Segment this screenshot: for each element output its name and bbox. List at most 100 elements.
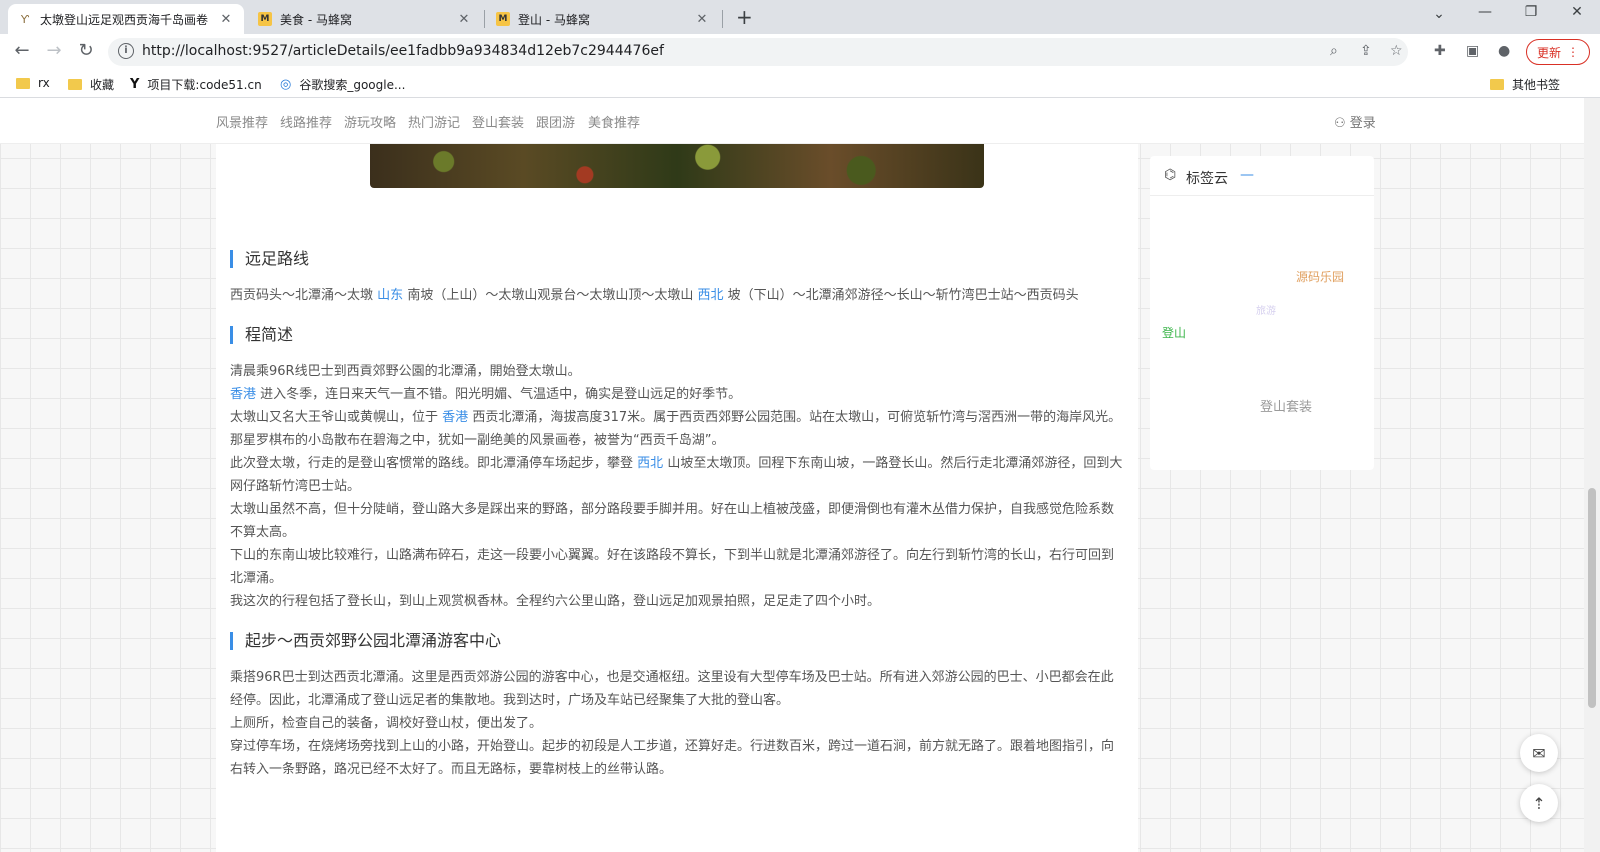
- close-icon[interactable]: ✕: [694, 12, 710, 27]
- tab-hiking[interactable]: M 登山 - 马蜂窝 ✕: [486, 4, 720, 34]
- bookmark-rx[interactable]: rx: [16, 76, 50, 90]
- yahoo-y-icon: Y: [130, 77, 140, 92]
- paragraph: 此次登太墩，行走的是登山客惯常的路线。即北潭涌停车场起步，攀登 西北 山坡至太墩…: [230, 452, 1124, 498]
- site-favicon-icon: Ƴ: [20, 12, 30, 26]
- summary-paragraphs: 清晨乘96R线巴士到西貢郊野公園的北潭涌，開始登太墩山。 香港 进入冬季，连日来…: [230, 360, 1124, 613]
- text: 进入冬季，连日来天气一直不错。阳光明媚、气温适中，确实是登山远足的好季节。: [260, 387, 742, 402]
- start-paragraphs: 乘搭96R巴士到达西贡北潭涌。这里是西贡郊游公园的游客中心，也是交通枢纽。这里设…: [230, 666, 1124, 781]
- restore-icon[interactable]: ❐: [1508, 4, 1554, 20]
- nav-item-routes[interactable]: 线路推荐: [280, 112, 332, 131]
- side-panel-icon[interactable]: ▣: [1466, 43, 1479, 59]
- paragraph: 香港 进入冬季，连日来天气一直不错。阳光明媚、气温适中，确实是登山远足的好季节。: [230, 383, 1124, 406]
- update-button[interactable]: 更新 ⋮: [1526, 39, 1590, 65]
- tab-search-chevron-icon[interactable]: ⌄: [1416, 6, 1462, 22]
- bookmark-code51[interactable]: Y 项目下载:code51.cn: [130, 76, 262, 93]
- back-to-top-fab[interactable]: ⇡: [1520, 784, 1558, 822]
- login-link[interactable]: ⚇ 登录: [1334, 112, 1376, 131]
- collapse-icon[interactable]: —: [1240, 167, 1254, 183]
- tab-food[interactable]: M 美食 - 马蜂窝 ✕: [248, 4, 482, 34]
- forward-icon[interactable]: →: [42, 40, 66, 61]
- extensions-icon[interactable]: ✚: [1434, 43, 1446, 59]
- nav-item-guides[interactable]: 游玩攻略: [344, 112, 396, 131]
- reload-icon[interactable]: ↻: [74, 40, 98, 61]
- site-info-icon[interactable]: i: [118, 43, 134, 59]
- folder-icon: [1490, 79, 1504, 90]
- tag-cloud-card: ⌬ 标签云 — 源码乐园 旅游 登山 登山套装: [1150, 156, 1374, 470]
- rocket-icon: ⇡: [1532, 793, 1546, 813]
- tag-icon: ⌬: [1164, 167, 1177, 183]
- address-bar[interactable]: i http://localhost:9527/articleDetails/e…: [108, 38, 1408, 66]
- nav-item-scenery[interactable]: 风景推荐: [216, 112, 268, 131]
- nav-item-group-tours[interactable]: 跟团游: [536, 112, 575, 131]
- paragraph: 我这次的行程包括了登长山，到山上观赏枫香林。全程约六公里山路，登山远足加观景拍照…: [230, 594, 881, 609]
- keyword-link[interactable]: 香港: [442, 410, 468, 425]
- paragraph: 清晨乘96R线巴士到西貢郊野公園的北潭涌，開始登太墩山。: [230, 364, 581, 379]
- text: 太墩山又名大王爷山或黄幌山，位于: [230, 410, 439, 425]
- close-icon[interactable]: ✕: [218, 12, 234, 27]
- 360-browser-icon: ◎: [280, 77, 292, 92]
- bookmark-favorites[interactable]: 收藏: [68, 76, 114, 93]
- tag-cloud-title: 标签云: [1186, 171, 1228, 187]
- route-paragraph: 西贡码头～北潭涌～太墩 山东 南坡（上山）～太墩山观景台～太墩山顶～太墩山 西北…: [230, 284, 1124, 307]
- text: 南坡（上山）～太墩山观景台～太墩山顶～太墩山: [407, 288, 694, 303]
- bookmark-label: 谷歌搜索_google...: [299, 78, 406, 92]
- nav-item-travelogues[interactable]: 热门游记: [408, 112, 460, 131]
- url-text[interactable]: http://localhost:9527/articleDetails/ee1…: [142, 43, 664, 59]
- section-heading-start: 起步～西贡郊野公园北潭涌游客中心: [230, 632, 501, 650]
- back-icon[interactable]: ←: [10, 40, 34, 61]
- zoom-icon[interactable]: ⌕: [1330, 43, 1338, 59]
- envelope-icon: ✉: [1532, 743, 1546, 763]
- tab-title: 登山 - 马蜂窝: [518, 12, 590, 27]
- bookmark-label: 收藏: [90, 78, 115, 92]
- paragraph: 上厕所，检查自己的装备，调校好登山杖，便出发了。: [230, 716, 543, 731]
- text: 此次登太墩，行走的是登山客惯常的路线。即北潭涌停车场起步，攀登: [230, 456, 634, 471]
- tag-item[interactable]: 源码乐园: [1296, 268, 1344, 285]
- text: 坡（下山）～北潭涌郊游径～长山～斩竹湾巴士站～西贡码头: [727, 288, 1079, 303]
- bookmark-other[interactable]: 其他书签: [1490, 76, 1560, 93]
- keyword-link[interactable]: 山东: [377, 288, 403, 303]
- tab-bar: Ƴ 太墩登山远足观西贡海千岛画卷 ✕ M 美食 - 马蜂窝 ✕ M 登山 - 马…: [0, 0, 1600, 34]
- paragraph: 穿过停车场，在烧烤场旁找到上山的小路，开始登山。起步的初段是人工步道，还算好走。…: [230, 739, 1115, 777]
- site-navbar: 风景推荐 线路推荐 游玩攻略 热门游记 登山套装 跟团游 美食推荐 ⚇ 登录: [0, 98, 1584, 144]
- share-icon[interactable]: ⇪: [1360, 43, 1372, 59]
- tag-item[interactable]: 登山: [1162, 324, 1186, 341]
- scrollbar-thumb[interactable]: [1588, 488, 1596, 708]
- update-label: 更新: [1536, 45, 1561, 60]
- keyword-link[interactable]: 西北: [697, 288, 723, 303]
- tag-cloud-header: ⌬ 标签云 —: [1150, 156, 1374, 196]
- nav-item-food[interactable]: 美食推荐: [588, 112, 640, 131]
- keyword-link[interactable]: 香港: [230, 387, 256, 402]
- tag-item[interactable]: 旅游: [1256, 302, 1276, 317]
- browser-toolbar: ← → ↻ i http://localhost:9527/articleDet…: [0, 34, 1600, 70]
- mafengwo-favicon-icon: M: [258, 12, 272, 26]
- folder-icon: [16, 77, 30, 89]
- tab-title: 美食 - 马蜂窝: [280, 12, 352, 27]
- article-hero-image: [370, 144, 984, 188]
- folder-icon: [68, 79, 82, 90]
- bookmark-google[interactable]: ◎ 谷歌搜索_google...: [280, 76, 405, 93]
- paragraph: 下山的东南山坡比较难行，山路满布碎石，走这一段要小心翼翼。好在该路段不算长，下到…: [230, 548, 1115, 586]
- window-close-icon[interactable]: ✕: [1554, 4, 1600, 20]
- bookmark-star-icon[interactable]: ☆: [1390, 43, 1403, 59]
- bookmarks-bar: rx 收藏 Y 项目下载:code51.cn ◎ 谷歌搜索_google... …: [0, 70, 1600, 98]
- tab-divider: [484, 10, 485, 28]
- mafengwo-favicon-icon: M: [496, 12, 510, 26]
- new-tab-icon[interactable]: +: [736, 5, 753, 29]
- section-heading-route: 远足路线: [230, 250, 309, 268]
- article-content: 远足路线 西贡码头～北潭涌～太墩 山东 南坡（上山）～太墩山观景台～太墩山顶～太…: [216, 144, 1138, 852]
- minimize-icon[interactable]: —: [1462, 4, 1508, 20]
- tab-divider: [722, 10, 723, 28]
- tab-article[interactable]: Ƴ 太墩登山远足观西贡海千岛画卷 ✕: [8, 4, 244, 34]
- keyword-link[interactable]: 西北: [637, 456, 663, 471]
- tab-title: 太墩登山远足观西贡海千岛画卷: [40, 12, 209, 27]
- tag-item[interactable]: 登山套装: [1260, 396, 1312, 415]
- bookmark-label: rx: [38, 76, 50, 90]
- paragraph: 乘搭96R巴士到达西贡北潭涌。这里是西贡郊游公园的游客中心，也是交通枢纽。这里设…: [230, 670, 1114, 708]
- profile-avatar-icon[interactable]: ●: [1498, 43, 1510, 59]
- message-fab[interactable]: ✉: [1520, 734, 1558, 772]
- paragraph: 太墩山又名大王爷山或黄幌山，位于 香港 西贡北潭涌，海拔高度317米。属于西贡西…: [230, 406, 1124, 452]
- nav-item-hiking-gear[interactable]: 登山套装: [472, 112, 524, 131]
- close-icon[interactable]: ✕: [456, 12, 472, 27]
- page-scrollbar[interactable]: [1584, 98, 1600, 852]
- text: 西贡码头～北潭涌～太墩: [230, 288, 374, 303]
